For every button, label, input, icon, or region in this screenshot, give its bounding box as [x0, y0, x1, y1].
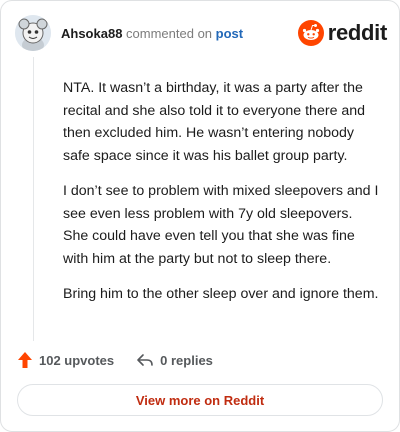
post-link[interactable]: post — [216, 26, 243, 41]
thread-line — [33, 57, 34, 341]
replies-stat[interactable]: 0 replies — [136, 352, 213, 368]
reddit-logo-icon — [297, 20, 324, 46]
author-name[interactable]: Ahsoka88 — [61, 26, 122, 41]
comment-byline: Ahsoka88 commented on post — [61, 26, 243, 42]
view-more-button[interactable]: View more on Reddit — [17, 384, 383, 416]
replies-count: 0 replies — [160, 352, 213, 368]
embedded-comment-card: Ahsoka88 commented on post reddit NTA. I… — [0, 0, 400, 432]
snoo-avatar-icon[interactable] — [15, 15, 51, 51]
upvotes-stat[interactable]: 102 upvotes — [17, 351, 114, 369]
byline-action: commented on — [126, 26, 213, 41]
comment-paragraph: I don’t see to problem with mixed sleepo… — [63, 183, 379, 267]
comment-paragraph: Bring him to the other sleep over and ig… — [63, 286, 379, 302]
brand-wordmark: reddit — [327, 20, 388, 45]
reddit-brand[interactable]: reddit — [297, 19, 388, 47]
comment-stats: 102 upvotes 0 replies — [17, 348, 213, 372]
reply-arrow-icon — [137, 354, 153, 366]
upvote-arrow-icon — [18, 352, 32, 368]
comment-header: Ahsoka88 commented on post reddit — [15, 15, 387, 53]
comment-body: NTA. It wasn’t a birthday, it was a part… — [63, 77, 381, 319]
comment-paragraph: NTA. It wasn’t a birthday, it was a part… — [63, 80, 366, 164]
upvotes-count: 102 upvotes — [39, 352, 115, 368]
